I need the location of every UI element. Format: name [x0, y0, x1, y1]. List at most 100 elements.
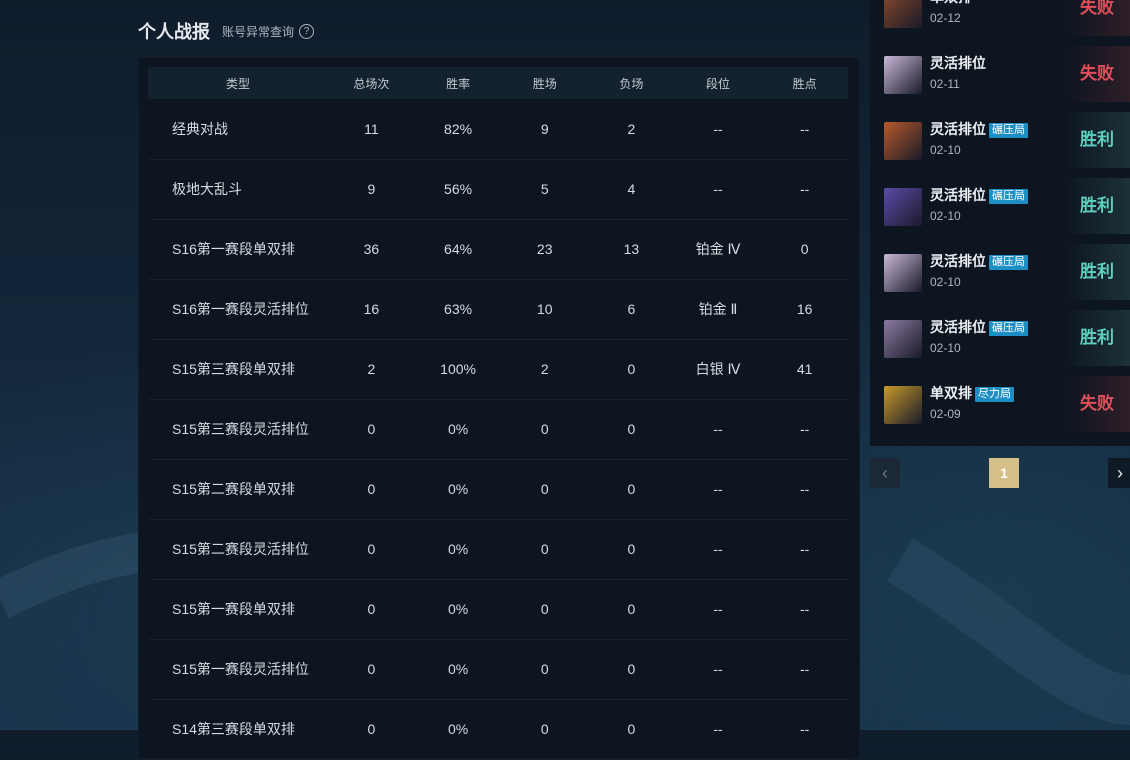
- table-cell: 0: [540, 481, 549, 497]
- table-row: S15第二赛段灵活排位 0 0% 0 0 -- --: [148, 519, 848, 579]
- table-cell: --: [713, 721, 723, 737]
- match-mode-label: 灵活排位: [930, 187, 986, 203]
- row-type-cell: 经典对战: [172, 120, 228, 137]
- table-cell: --: [713, 661, 723, 677]
- help-icon[interactable]: ?: [299, 23, 315, 39]
- table-cell: 11: [364, 120, 379, 137]
- match-mode-label: 灵活排位: [930, 121, 986, 137]
- table-cell: 0: [627, 361, 636, 377]
- match-mode: 灵活排位 碾压局: [930, 251, 1028, 271]
- table-cell: 16: [363, 301, 380, 317]
- table-cell: --: [799, 661, 810, 677]
- match-date: 02-09: [930, 407, 961, 421]
- table-cell: 0: [627, 481, 636, 497]
- next-page-button[interactable]: ›: [1108, 458, 1130, 488]
- table-cell: 0: [367, 601, 376, 617]
- column-header: 段位: [705, 76, 730, 91]
- match-mode: 灵活排位 碾压局: [930, 185, 1028, 205]
- table-body: 经典对战 11 82% 9 2 -- -- 极地大乱斗 9 56% 5 4 -- -- S16第一赛段单双排…: [148, 99, 848, 759]
- table-cell: --: [713, 181, 723, 197]
- table-cell: 0: [540, 601, 549, 617]
- table-cell: 0: [540, 661, 549, 677]
- match-tag-badge: 碾压局: [989, 321, 1028, 336]
- champion-avatar: [884, 122, 922, 160]
- match-item[interactable]: 灵活排位 02-11 失败: [870, 46, 1130, 106]
- match-item[interactable]: 单双排 尽力局 02-09 失败: [870, 376, 1130, 436]
- account-check-link[interactable]: 账号异常查询 ?: [222, 23, 315, 40]
- table-cell: --: [713, 120, 723, 137]
- table-cell: 2: [627, 120, 636, 137]
- row-type-cell: S15第三赛段灵活排位: [172, 421, 309, 437]
- champion-avatar: [884, 0, 922, 28]
- table-cell: --: [799, 541, 810, 557]
- table-cell: 6: [627, 301, 636, 317]
- match-mode: 单双排 尽力局: [930, 383, 1014, 403]
- table-cell: 0: [540, 721, 549, 737]
- table-cell: 白银 Ⅳ: [695, 361, 741, 377]
- table-row: 极地大乱斗 9 56% 5 4 -- --: [148, 159, 848, 219]
- table-cell: 0: [540, 421, 549, 437]
- match-tag-badge: 尽力局: [975, 387, 1014, 402]
- table-cell: 0: [367, 661, 376, 677]
- table-cell: --: [713, 421, 723, 437]
- stats-panel: 类型 总场次 胜率 胜场 负场 段位 胜点 经典对战 11 82% 9 2 -- -- 极地大乱斗 9 56%…: [138, 57, 860, 759]
- table-cell: 23: [536, 241, 553, 257]
- table-cell: 0: [367, 721, 376, 737]
- champion-avatar: [884, 254, 922, 292]
- table-cell: 2: [367, 361, 376, 377]
- table-cell: 5: [540, 181, 549, 197]
- row-type-cell: S15第一赛段单双排: [172, 601, 295, 617]
- account-check-label: 账号异常查询: [222, 24, 295, 39]
- match-mode-label: 单双排: [930, 0, 972, 5]
- row-type-cell: S15第二赛段灵活排位: [172, 541, 309, 557]
- page-title: 个人战报: [138, 22, 210, 42]
- champion-avatar: [884, 188, 922, 226]
- table-cell: --: [713, 481, 723, 497]
- row-type-cell: S15第三赛段单双排: [172, 361, 295, 377]
- row-type-cell: S15第二赛段单双排: [172, 481, 295, 497]
- table-cell: 13: [623, 241, 640, 257]
- table-cell: 0%: [447, 421, 469, 437]
- table-cell: --: [799, 181, 810, 197]
- column-header: 类型: [226, 76, 251, 91]
- champion-avatar: [884, 56, 922, 94]
- match-mode: 灵活排位 碾压局: [930, 119, 1028, 139]
- row-type-cell: S14第三赛段单双排: [172, 721, 295, 737]
- match-item[interactable]: 灵活排位 碾压局 02-10 胜利: [870, 244, 1130, 304]
- table-cell: 0%: [447, 661, 469, 677]
- table-row: S16第一赛段灵活排位 16 63% 10 6 铂金 Ⅱ 16: [148, 279, 848, 339]
- prev-page-button[interactable]: ‹: [870, 458, 900, 488]
- match-date: 02-12: [930, 11, 961, 25]
- table-cell: --: [799, 721, 810, 737]
- table-cell: --: [799, 481, 810, 497]
- table-cell: 100%: [440, 361, 476, 377]
- table-cell: 铂金 Ⅳ: [695, 241, 741, 257]
- table-cell: 41: [796, 361, 813, 377]
- match-item[interactable]: 灵活排位 碾压局 02-10 胜利: [870, 310, 1130, 370]
- table-cell: --: [713, 601, 723, 617]
- match-mode-label: 灵活排位: [930, 319, 986, 335]
- column-header: 胜点: [792, 76, 817, 91]
- match-item[interactable]: 灵活排位 碾压局 02-10 胜利: [870, 178, 1130, 238]
- match-item[interactable]: 单双排 02-12 失败: [870, 0, 1130, 40]
- match-mode: 灵活排位: [930, 53, 986, 73]
- match-history-list: 单双排02-12失败灵活排位02-11失败灵活排位碾压局02-10胜利灵活排位碾…: [870, 0, 1130, 446]
- match-tag-badge: 碾压局: [989, 189, 1028, 204]
- match-item[interactable]: 灵活排位 碾压局 02-10 胜利: [870, 112, 1130, 172]
- match-date: 02-11: [930, 77, 960, 91]
- table-cell: 0%: [447, 541, 469, 557]
- column-header: 负场: [619, 76, 644, 91]
- table-cell: 82%: [444, 120, 473, 137]
- table-row: 经典对战 11 82% 9 2 -- --: [148, 99, 848, 159]
- table-row: S15第一赛段单双排 0 0% 0 0 -- --: [148, 579, 848, 639]
- table-cell: 0%: [447, 601, 469, 617]
- table-cell: 0%: [447, 481, 469, 497]
- table-cell: 10: [536, 301, 553, 317]
- table-cell: --: [799, 120, 810, 137]
- result-win-label: 胜利: [1064, 310, 1130, 366]
- result-win-label: 胜利: [1064, 244, 1130, 300]
- page-1-button[interactable]: 1: [989, 458, 1019, 488]
- table-row: S15第二赛段单双排 0 0% 0 0 -- --: [148, 459, 848, 519]
- column-header: 胜率: [446, 76, 471, 91]
- stats-table: 类型 总场次 胜率 胜场 负场 段位 胜点 经典对战 11 82% 9 2 -- -- 极地大乱斗 9 56%…: [148, 67, 848, 760]
